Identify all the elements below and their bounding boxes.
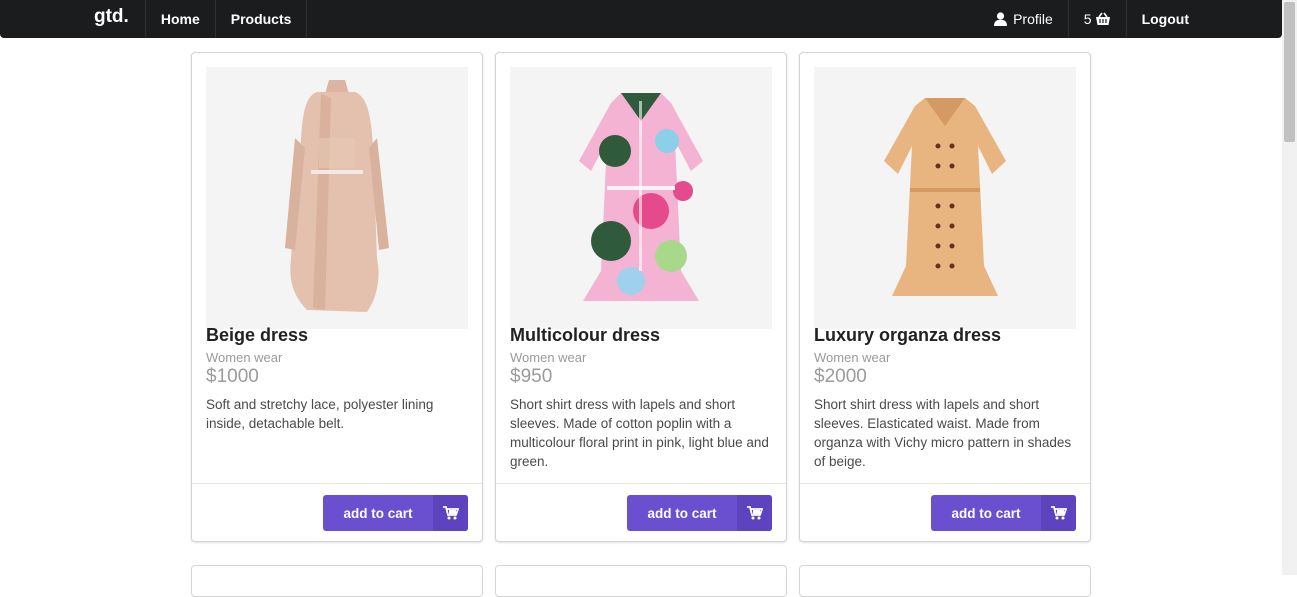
cart-icon: [433, 495, 468, 531]
cart-icon: [1041, 495, 1076, 531]
nav-home[interactable]: Home: [146, 0, 216, 38]
product-category: Women wear: [510, 350, 587, 365]
product-image-beige-dress[interactable]: [206, 67, 468, 329]
add-to-cart-button[interactable]: add to cart: [931, 495, 1076, 531]
product-grid-next-row: [191, 565, 1091, 597]
product-title[interactable]: Luxury organza dress: [814, 325, 1001, 346]
product-card: Luxury organza dress Women wear $2000 Sh…: [799, 52, 1091, 542]
basket-icon: [1095, 12, 1111, 26]
nav-products[interactable]: Products: [216, 0, 308, 38]
product-price: $950: [510, 366, 553, 387]
add-to-cart-button[interactable]: add to cart: [627, 495, 772, 531]
scrollbar-thumb[interactable]: [1284, 2, 1295, 142]
product-grid: Beige dress Women wear $1000 Soft and st…: [191, 52, 1091, 542]
product-image-luxury-organza-dress[interactable]: [814, 67, 1076, 329]
product-card: [495, 565, 787, 597]
nav-profile[interactable]: Profile: [979, 0, 1068, 38]
product-category: Women wear: [814, 350, 891, 365]
product-card: Multicolour dress Women wear $950 Short …: [495, 52, 787, 542]
product-price: $2000: [814, 366, 867, 387]
add-to-cart-button[interactable]: add to cart: [323, 495, 468, 531]
top-navbar: gtd. Home Products Profile 5 Logout: [0, 0, 1282, 38]
add-to-cart-label: add to cart: [343, 505, 413, 521]
basket-count: 5: [1083, 11, 1092, 27]
add-to-cart-label: add to cart: [951, 505, 1021, 521]
add-to-cart-label: add to cart: [647, 505, 717, 521]
nav-right: Profile 5 Logout: [979, 0, 1204, 38]
card-footer: add to cart: [192, 483, 482, 542]
product-card: [799, 565, 1091, 597]
product-description: Short shirt dress with lapels and short …: [814, 397, 1072, 469]
card-footer: add to cart: [800, 483, 1090, 542]
product-description: Soft and stretchy lace, polyester lining…: [206, 397, 434, 431]
product-price: $1000: [206, 366, 259, 387]
profile-label: Profile: [1013, 11, 1053, 27]
nav-logout[interactable]: Logout: [1125, 0, 1204, 38]
nav-basket[interactable]: 5: [1067, 0, 1126, 38]
product-card: Beige dress Women wear $1000 Soft and st…: [191, 52, 483, 542]
product-description: Short shirt dress with lapels and short …: [510, 397, 769, 469]
product-category: Women wear: [206, 350, 283, 365]
user-icon: [994, 12, 1008, 26]
cart-icon: [737, 495, 772, 531]
brand-logo[interactable]: gtd.: [78, 0, 146, 38]
page-scrollbar[interactable]: [1282, 0, 1297, 575]
product-card: [191, 565, 483, 597]
product-title[interactable]: Beige dress: [206, 325, 308, 346]
nav-left: gtd. Home Products: [78, 0, 308, 38]
card-footer: add to cart: [496, 483, 786, 542]
product-title[interactable]: Multicolour dress: [510, 325, 660, 346]
product-image-multicolour-dress[interactable]: [510, 67, 772, 329]
